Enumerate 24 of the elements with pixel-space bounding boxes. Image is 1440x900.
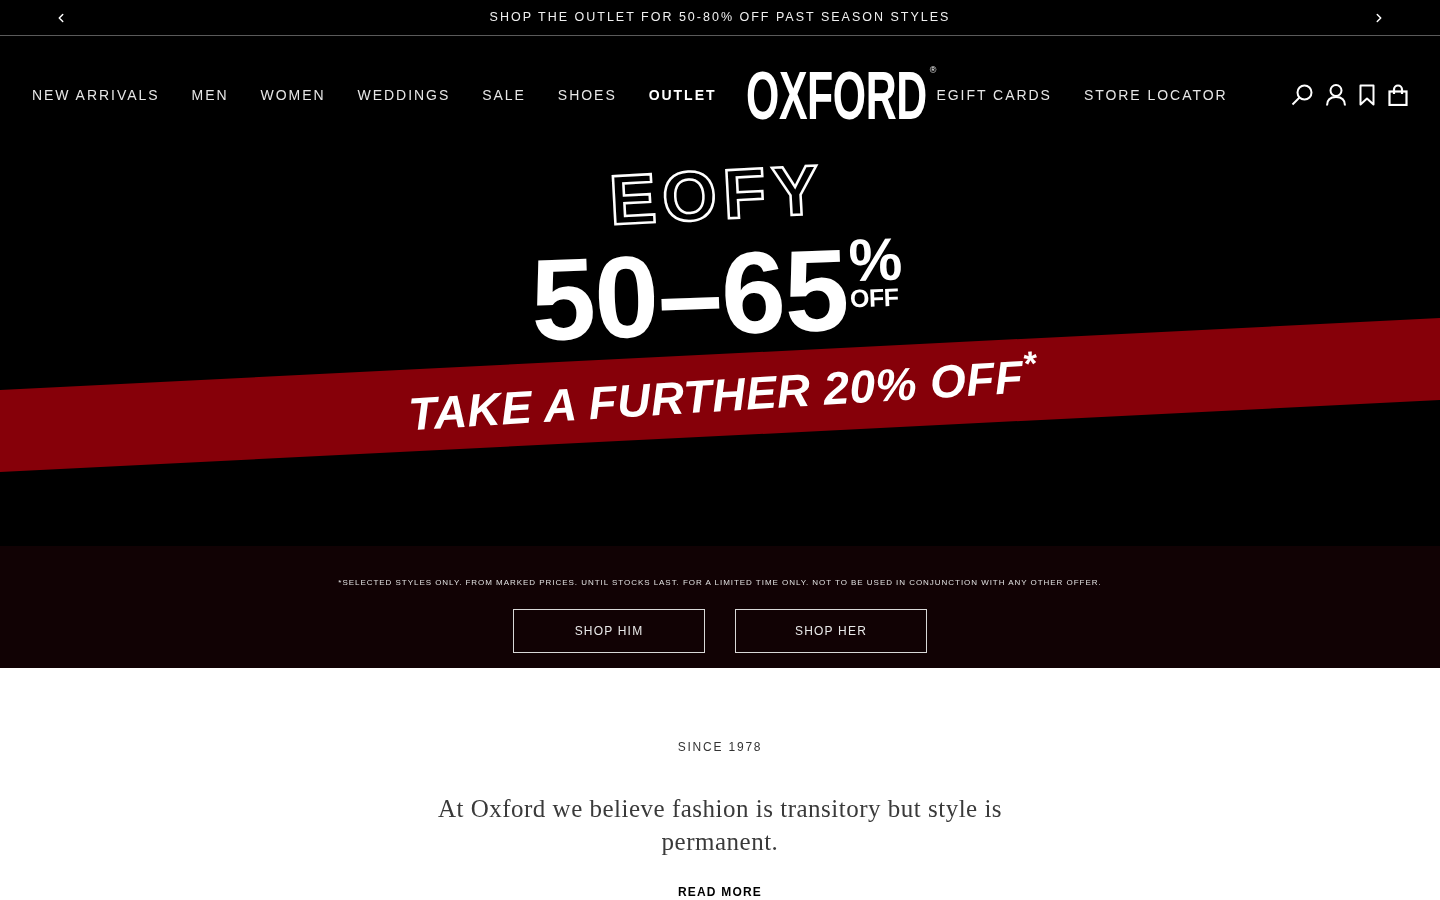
since-eyebrow: SINCE 1978 xyxy=(677,740,763,754)
nav-link[interactable]: EGIFT CARDS xyxy=(936,88,1052,102)
nav-link[interactable]: SHOES xyxy=(557,88,617,102)
bookmark-icon[interactable] xyxy=(1359,84,1375,106)
shop-button[interactable]: SHOP HIM xyxy=(513,609,705,653)
search-icon[interactable] xyxy=(1291,84,1313,106)
disclaimer-text: *SELECTED STYLES ONLY. FROM MARKED PRICES. UNTIL STOCKS LAST. FOR A LIMITED TIME ONLY. NOT TO BE USED IN CONJUNCTION WITH ANY OTHER OFFER. xyxy=(338,578,1102,588)
brand-quote: At Oxford we believe fashion is transitory but style is permanent. xyxy=(436,794,1004,857)
nav-link[interactable]: WOMEN xyxy=(260,88,326,102)
user-icon[interactable] xyxy=(1326,84,1346,106)
nav-link[interactable]: SALE xyxy=(482,88,526,102)
nav-link[interactable]: OUTLET xyxy=(648,88,717,102)
off-label: OFF xyxy=(849,285,899,310)
logo-wordmark[interactable]: OXFORD xyxy=(746,68,928,122)
read-more-link[interactable]: READ MORE xyxy=(677,886,763,898)
announcement-text: SHOP THE OUTLET FOR 50-80% OFF PAST SEASON STYLES xyxy=(489,9,951,27)
shopping-bag-icon[interactable] xyxy=(1388,84,1408,106)
percent-sign: % xyxy=(847,233,903,288)
nav-link[interactable]: WEDDINGS xyxy=(357,88,451,102)
registered-mark: ® xyxy=(929,66,937,75)
shop-button[interactable]: SHOP HER xyxy=(735,609,927,653)
nav-link[interactable]: NEW ARRIVALS xyxy=(32,88,160,102)
nav-link[interactable]: STORE LOCATOR xyxy=(1083,88,1228,102)
nav-link[interactable]: MEN xyxy=(191,88,229,102)
